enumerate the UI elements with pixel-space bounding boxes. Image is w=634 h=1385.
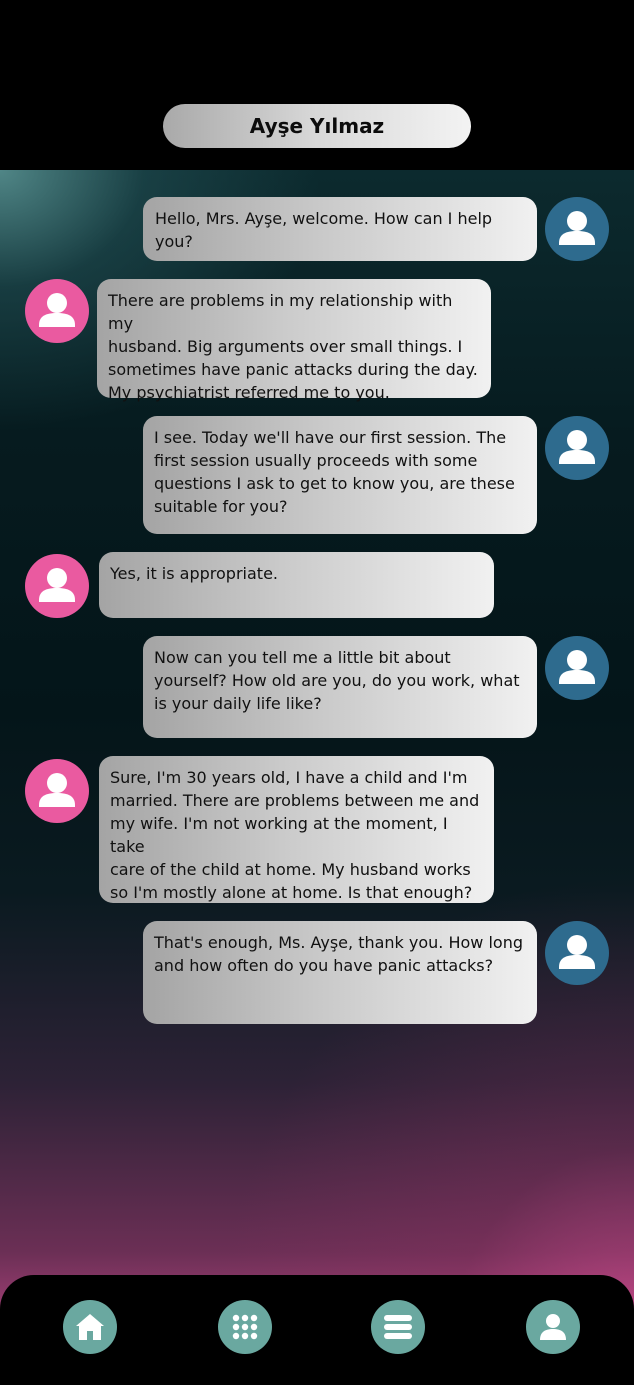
user-icon <box>559 650 595 684</box>
user-icon <box>559 935 595 969</box>
client-avatar[interactable] <box>25 759 89 823</box>
message-bubble-client: Yes, it is appropriate. <box>99 552 494 618</box>
therapist-avatar[interactable] <box>545 416 609 480</box>
message-bubble-therapist: That's enough, Ms. Ayşe, thank you. How … <box>143 921 537 1024</box>
header-bar: Ayşe Yılmaz <box>0 0 634 170</box>
therapist-avatar[interactable] <box>545 197 609 261</box>
user-icon <box>559 430 595 464</box>
client-avatar[interactable] <box>25 279 89 343</box>
therapist-avatar[interactable] <box>545 636 609 700</box>
profile-button[interactable] <box>526 1300 580 1354</box>
menu-icon <box>384 1315 412 1339</box>
home-button[interactable] <box>63 1300 117 1354</box>
contact-name-title: Ayşe Yılmaz <box>163 104 471 148</box>
apps-button[interactable] <box>218 1300 272 1354</box>
menu-button[interactable] <box>371 1300 425 1354</box>
home-icon <box>76 1314 104 1340</box>
message-bubble-therapist: Now can you tell me a little bit about y… <box>143 636 537 738</box>
grid-icon <box>232 1314 258 1340</box>
user-icon <box>39 568 75 602</box>
user-icon <box>39 293 75 327</box>
user-icon <box>559 211 595 245</box>
user-icon <box>39 773 75 807</box>
message-bubble-therapist: Hello, Mrs. Ayşe, welcome. How can I hel… <box>143 197 537 261</box>
profile-icon <box>540 1314 566 1340</box>
message-bubble-client: Sure, I'm 30 years old, I have a child a… <box>99 756 494 903</box>
chat-area[interactable]: Hello, Mrs. Ayşe, welcome. How can I hel… <box>0 170 634 1372</box>
message-bubble-therapist: I see. Today we'll have our first sessio… <box>143 416 537 534</box>
bottom-navigation <box>0 1275 634 1385</box>
therapist-avatar[interactable] <box>545 921 609 985</box>
client-avatar[interactable] <box>25 554 89 618</box>
message-bubble-client: There are problems in my relationship wi… <box>97 279 491 402</box>
